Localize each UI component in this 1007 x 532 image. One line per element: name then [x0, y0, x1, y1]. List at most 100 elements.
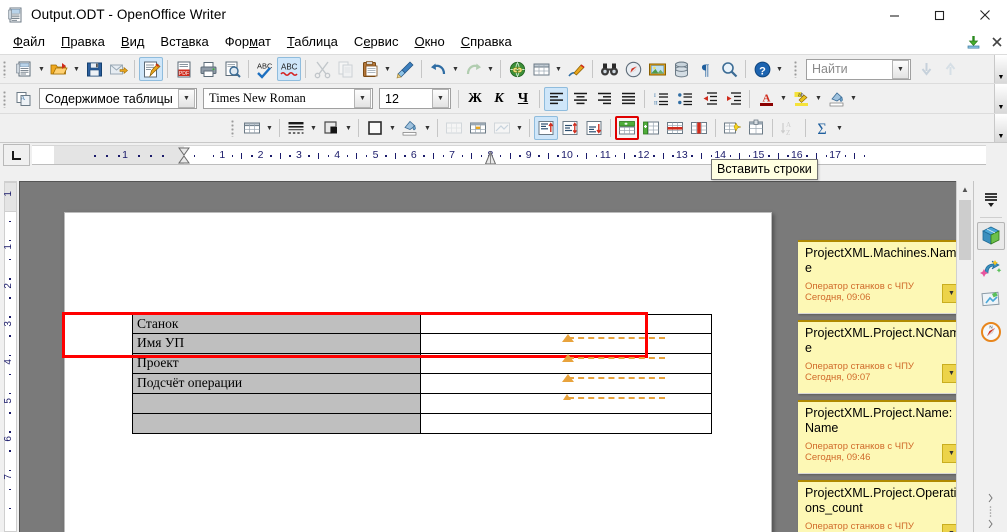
print-button[interactable] [196, 57, 220, 81]
cut-button[interactable] [310, 57, 334, 81]
table-properties-button[interactable] [744, 116, 768, 140]
align-bottom-button[interactable] [582, 116, 606, 140]
italic-button[interactable]: К [487, 87, 511, 111]
border-color-button[interactable] [319, 116, 343, 140]
hyperlink-button[interactable] [505, 57, 529, 81]
split-cells-button[interactable] [466, 116, 490, 140]
document-canvas[interactable]: СтанокИмя УППроектПодсчёт операции Proje… [19, 181, 956, 532]
horizontal-ruler[interactable]: 11234567891011121314151617 [32, 145, 986, 165]
hide-sidebar-icon[interactable] [974, 488, 1007, 528]
table-cell-label[interactable]: Имя УП [132, 334, 420, 354]
delete-rows-button[interactable] [663, 116, 687, 140]
insert-columns-button[interactable] [639, 116, 663, 140]
borders-dropdown[interactable]: ▼ [387, 116, 398, 140]
optimize-button[interactable] [490, 116, 514, 140]
paste-dropdown[interactable]: ▼ [382, 57, 393, 81]
menu-file[interactable]: Файл [5, 32, 53, 52]
edit-mode-button[interactable] [139, 57, 163, 81]
table-cell-label[interactable]: Подсчёт операции [132, 374, 420, 394]
zoom-button[interactable] [717, 57, 741, 81]
align-justify-button[interactable] [616, 87, 640, 111]
table-cell-value[interactable] [420, 414, 712, 434]
table-button[interactable] [240, 116, 264, 140]
align-right-button[interactable] [592, 87, 616, 111]
table-cell-label[interactable] [132, 414, 420, 434]
new-document-dropdown[interactable]: ▼ [36, 57, 47, 81]
autoformat-button[interactable] [720, 116, 744, 140]
indent-marker-right[interactable] [484, 150, 497, 165]
optimize-dropdown[interactable]: ▼ [514, 116, 525, 140]
insert-rows-button[interactable] [615, 116, 639, 140]
comment-operations-count[interactable]: ProjectXML.Project.Operations_count Опер… [798, 480, 956, 532]
redo-button[interactable] [461, 57, 485, 81]
indent-marker-left[interactable] [177, 147, 191, 165]
menu-insert[interactable]: Вставка [152, 32, 216, 52]
open-document-button[interactable] [47, 57, 71, 81]
chevron-down-icon[interactable]: ▼ [942, 444, 956, 463]
font-size-arrow[interactable]: ▼ [432, 89, 449, 108]
clone-formatting-button[interactable] [393, 57, 417, 81]
comment-machines-name[interactable]: ProjectXML.Machines.Name Оператор станко… [798, 240, 956, 314]
sort-button[interactable]: A Z [777, 116, 801, 140]
find-next-button[interactable] [914, 57, 938, 81]
document-table[interactable]: СтанокИмя УППроектПодсчёт операции [132, 314, 712, 434]
copy-button[interactable] [334, 57, 358, 81]
font-color-button[interactable]: A [754, 87, 778, 111]
tab-left-icon[interactable] [3, 144, 30, 166]
table-background-button[interactable] [398, 116, 422, 140]
borders-button[interactable] [363, 116, 387, 140]
table-row[interactable] [132, 414, 712, 434]
sidebar-item-styles[interactable] [977, 286, 1005, 314]
minimize-button[interactable] [872, 0, 917, 30]
font-size-combo[interactable]: 12 ▼ [379, 88, 451, 109]
table-background-dropdown[interactable]: ▼ [422, 116, 433, 140]
sidebar-settings-icon[interactable] [977, 185, 1005, 213]
help-button[interactable]: ? [750, 57, 774, 81]
spellcheck-button[interactable]: ABC [253, 57, 277, 81]
insert-image-button[interactable] [645, 57, 669, 81]
merge-cells-button[interactable] [442, 116, 466, 140]
formatting-marks-button[interactable]: ¶ [693, 57, 717, 81]
insert-table-dropdown[interactable]: ▼ [553, 57, 564, 81]
menu-table[interactable]: Таблица [279, 32, 346, 52]
undo-dropdown[interactable]: ▼ [450, 57, 461, 81]
find-dropdown-arrow[interactable]: ▼ [892, 60, 909, 79]
align-center-vertical-button[interactable] [558, 116, 582, 140]
background-color-dropdown[interactable]: ▼ [848, 87, 859, 111]
open-document-dropdown[interactable]: ▼ [71, 57, 82, 81]
background-color-button[interactable] [824, 87, 848, 111]
vertical-ruler-top-margin[interactable] [4, 182, 17, 212]
close-document-icon[interactable] [991, 36, 1003, 48]
find-previous-button[interactable] [938, 57, 962, 81]
table-cell-label[interactable] [132, 394, 420, 414]
increase-indent-button[interactable] [721, 87, 745, 111]
sum-button[interactable]: Σ [810, 116, 834, 140]
redo-dropdown[interactable]: ▼ [485, 57, 496, 81]
undo-button[interactable] [426, 57, 450, 81]
insert-table-button[interactable] [529, 57, 553, 81]
sidebar-item-navigator[interactable]: N [977, 318, 1005, 346]
maximize-button[interactable] [917, 0, 962, 30]
data-sources-button[interactable] [669, 57, 693, 81]
align-top-button[interactable] [534, 116, 558, 140]
decrease-indent-button[interactable] [697, 87, 721, 111]
formatting-toolbar-overflow[interactable]: ▼ [994, 84, 1007, 113]
vertical-scrollbar[interactable]: ▲ [956, 181, 973, 532]
border-style-dropdown[interactable]: ▼ [308, 116, 319, 140]
toolbar-grip[interactable] [2, 60, 9, 78]
export-pdf-button[interactable]: PDF [172, 57, 196, 81]
border-style-button[interactable] [284, 116, 308, 140]
menu-view[interactable]: Вид [113, 32, 153, 52]
scroll-up-button[interactable]: ▲ [957, 181, 973, 198]
apply-style-icon[interactable]: A [12, 87, 36, 111]
table-dropdown[interactable]: ▼ [264, 116, 275, 140]
highlight-color-button[interactable]: ab [789, 87, 813, 111]
chevron-down-icon[interactable]: ▼ [942, 364, 956, 383]
bold-button[interactable]: Ж [463, 87, 487, 111]
comment-project-ncname[interactable]: ProjectXML.Project.NCName Оператор станк… [798, 320, 956, 394]
find-replace-button[interactable] [597, 57, 621, 81]
scrollbar-thumb[interactable] [959, 200, 971, 260]
menu-window[interactable]: Окно [406, 32, 452, 52]
paragraph-style-combo[interactable]: Содержимое таблицы ▼ [39, 88, 197, 109]
email-document-button[interactable] [106, 57, 130, 81]
